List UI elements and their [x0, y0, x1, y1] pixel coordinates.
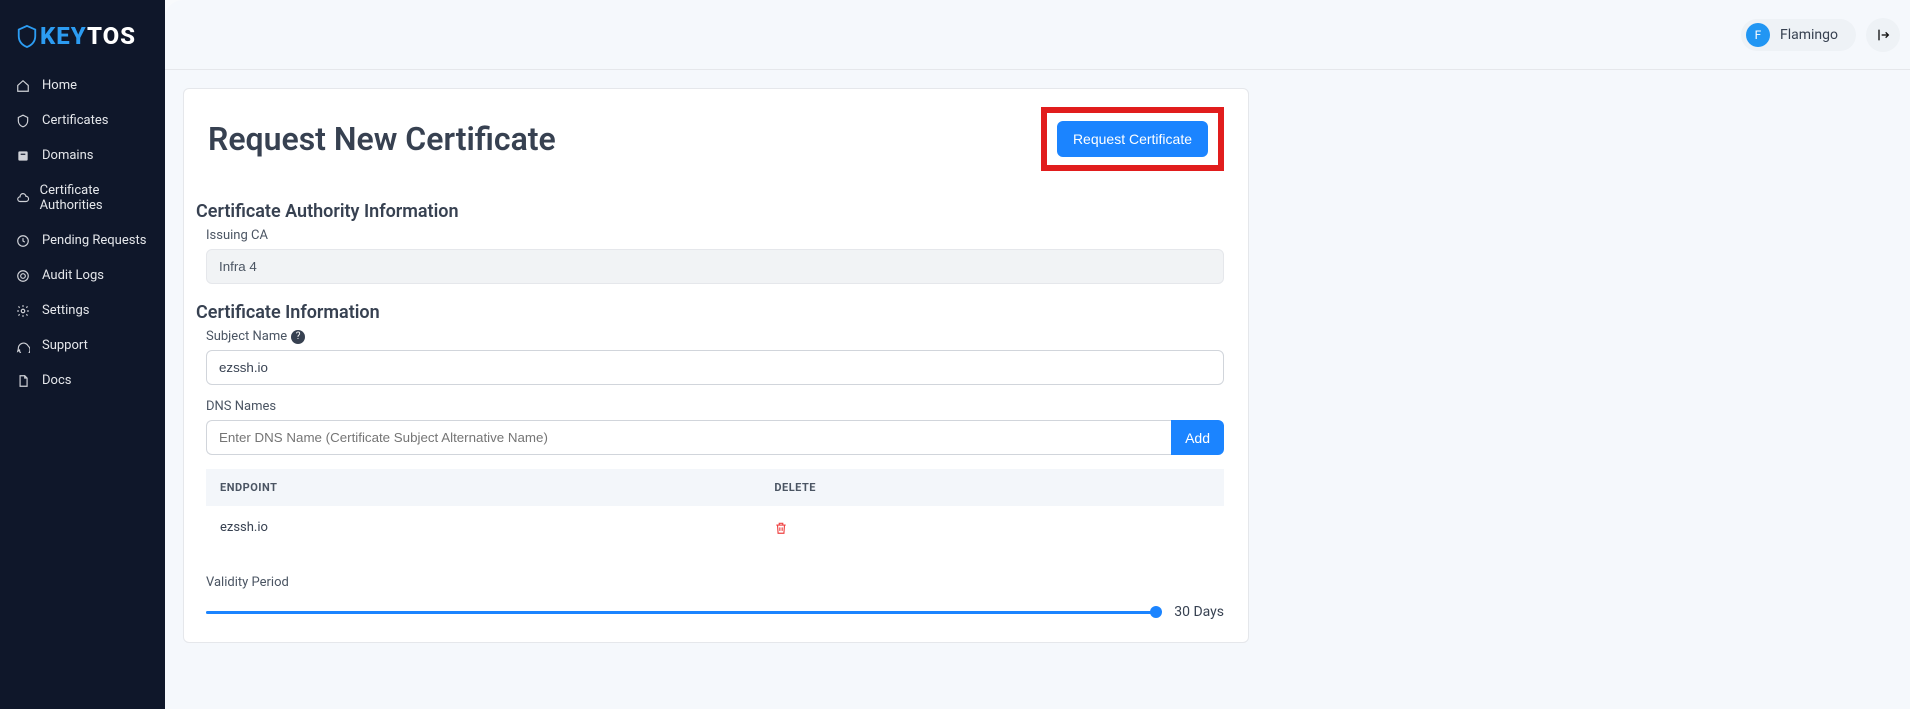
avatar: F — [1746, 23, 1770, 47]
sidebar-item-label: Certificate Authorities — [40, 183, 149, 213]
sidebar-item-label: Audit Logs — [42, 268, 104, 283]
request-cert-card: Request New Certificate Request Certific… — [183, 88, 1249, 643]
ca-section-title: Certificate Authority Information — [196, 201, 1224, 222]
validity-value: 30 Days — [1174, 604, 1224, 620]
home-icon — [16, 79, 34, 93]
col-endpoint: ENDPOINT — [220, 481, 774, 494]
dns-names-label: DNS Names — [206, 399, 1224, 414]
shield-icon — [16, 24, 38, 48]
main: F Flamingo Request New Certificate Reque… — [165, 0, 1910, 709]
sidebar-item-support[interactable]: Support — [0, 328, 165, 363]
sidebar-item-docs[interactable]: Docs — [0, 363, 165, 398]
trash-icon — [774, 521, 1210, 535]
issuing-ca-field — [206, 249, 1224, 284]
table-row: ezssh.io — [206, 506, 1224, 549]
subject-name-label: Subject Name ? — [206, 329, 1224, 344]
brand-name: KEYTOS — [40, 22, 136, 50]
validity-slider[interactable] — [206, 611, 1156, 614]
cert-section-title: Certificate Information — [196, 302, 1224, 323]
domain-icon — [16, 149, 34, 163]
help-icon[interactable]: ? — [291, 330, 305, 344]
validity-label: Validity Period — [206, 575, 1224, 590]
sidebar-item-domains[interactable]: Domains — [0, 138, 165, 173]
subject-name-input[interactable] — [206, 350, 1224, 385]
user-name: Flamingo — [1780, 27, 1838, 43]
highlight-box: Request Certificate — [1041, 107, 1224, 171]
sidebar-item-label: Support — [42, 338, 88, 353]
page-title: Request New Certificate — [208, 120, 556, 158]
sidebar: KEYTOS Home Certificates Domains Cer — [0, 0, 165, 709]
sidebar-item-pending-requests[interactable]: Pending Requests — [0, 223, 165, 258]
dns-name-input[interactable] — [206, 420, 1171, 455]
sidebar-item-label: Settings — [42, 303, 89, 318]
sidebar-item-certificates[interactable]: Certificates — [0, 103, 165, 138]
sidebar-item-home[interactable]: Home — [0, 68, 165, 103]
chat-icon — [16, 339, 34, 353]
sidebar-item-label: Certificates — [42, 113, 108, 128]
shield-icon — [16, 114, 34, 128]
add-dns-button[interactable]: Add — [1171, 420, 1224, 455]
gear-icon — [16, 304, 34, 318]
dns-table: ENDPOINT DELETE ezssh.io — [206, 469, 1224, 549]
doc-icon — [16, 374, 34, 388]
issuing-ca-label: Issuing CA — [206, 228, 1224, 243]
topbar: F Flamingo — [165, 0, 1910, 70]
brand-logo: KEYTOS — [0, 12, 165, 68]
cloud-icon — [16, 191, 32, 205]
user-menu[interactable]: F Flamingo — [1741, 19, 1856, 51]
sidebar-item-label: Pending Requests — [42, 233, 146, 248]
col-delete: DELETE — [774, 481, 1210, 494]
sidebar-item-audit-logs[interactable]: Audit Logs — [0, 258, 165, 293]
request-certificate-button[interactable]: Request Certificate — [1057, 121, 1208, 157]
sidebar-item-settings[interactable]: Settings — [0, 293, 165, 328]
sidebar-item-cert-authorities[interactable]: Certificate Authorities — [0, 173, 165, 223]
logout-icon — [1875, 27, 1891, 43]
target-icon — [16, 269, 34, 283]
clock-icon — [16, 234, 34, 248]
endpoint-cell: ezssh.io — [220, 520, 774, 535]
sidebar-item-label: Home — [42, 78, 77, 93]
sidebar-item-label: Docs — [42, 373, 71, 388]
sidebar-item-label: Domains — [42, 148, 93, 163]
logout-button[interactable] — [1866, 18, 1900, 52]
slider-thumb[interactable] — [1150, 606, 1162, 618]
delete-row-button[interactable] — [774, 521, 1210, 535]
